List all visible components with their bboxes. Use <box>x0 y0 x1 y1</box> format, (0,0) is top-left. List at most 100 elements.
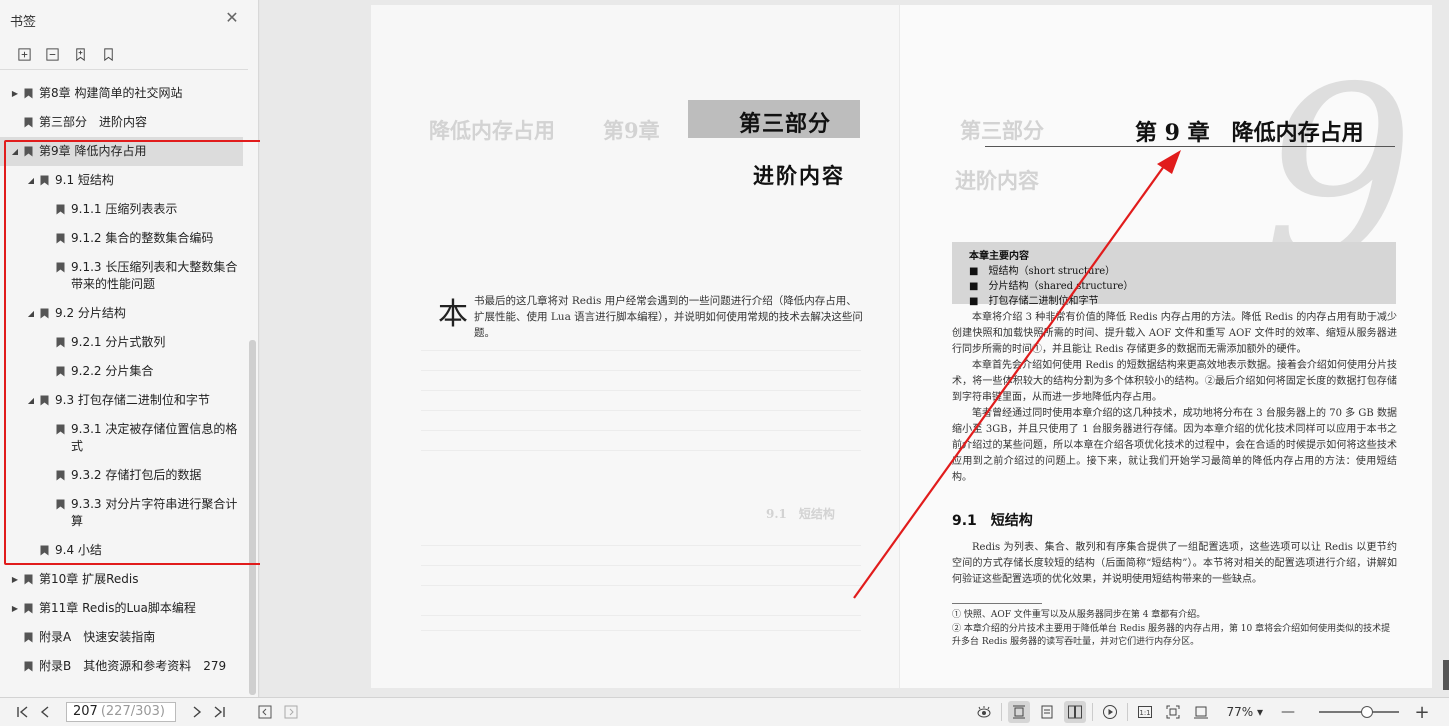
bookmark-item[interactable]: 9.3.1 决定被存储位置信息的格式 <box>0 415 247 461</box>
bookmark-icon <box>56 499 65 510</box>
chapter-summary-item: ■ 分片结构（shared structure） <box>969 281 1134 292</box>
document-viewer[interactable]: 降低内存占用 第9章 第三部分 进阶内容 本 书最后的这几章将对 Redis 用… <box>260 0 1449 697</box>
bookmark-icon <box>56 366 65 377</box>
bookmark-label: 9.2.1 分片式散列 <box>71 335 166 349</box>
bookmark-item[interactable]: 9.2.2 分片集合 <box>0 357 247 386</box>
bookmark-icon[interactable] <box>100 47 116 63</box>
expand-arrow-icon[interactable]: ▶ <box>10 85 20 102</box>
bookmark-item[interactable]: ▶ 第10章 扩展Redis <box>0 565 247 594</box>
bookmark-item[interactable]: ▶ 第11章 Redis的Lua脚本编程 <box>0 594 247 623</box>
single-page-icon[interactable] <box>1036 701 1058 723</box>
next-page-button[interactable] <box>186 701 208 723</box>
bookmark-label: 9.2.2 分片集合 <box>71 364 154 378</box>
bookmark-icon <box>40 545 49 556</box>
forward-icon[interactable] <box>280 701 302 723</box>
first-page-button[interactable] <box>12 701 34 723</box>
actual-size-icon[interactable]: 1:1 <box>1134 701 1156 723</box>
expand-arrow-icon[interactable]: ▶ <box>10 571 20 588</box>
expand-all-icon[interactable] <box>16 47 32 63</box>
bookmark-icon <box>56 262 65 273</box>
sidebar-scrollbar[interactable] <box>249 340 256 695</box>
bookmark-tree: ▶ 第8章 构建简单的社交网站 第三部分 进阶内容 ◢ 第9章 降低内存占用 ◢ 9.1 短… <box>0 79 247 681</box>
zoom-out-button[interactable]: — <box>1277 701 1299 723</box>
bleed-through-text: 进阶内容 <box>955 168 1039 193</box>
bookmark-item[interactable]: 附录B 其他资源和参考资料 279 <box>0 652 247 681</box>
two-page-icon[interactable] <box>1064 701 1087 723</box>
bleed-through-text: 降低内存占用 <box>429 118 555 143</box>
bookmark-toolbar <box>0 40 248 70</box>
bookmark-item[interactable]: 9.3.2 存储打包后的数据 <box>0 461 247 490</box>
bookmark-label: 第8章 构建简单的社交网站 <box>39 86 183 100</box>
bookmark-icon <box>56 424 65 435</box>
bookmark-label: 9.3.2 存储打包后的数据 <box>71 468 202 482</box>
add-bookmark-icon[interactable] <box>72 47 88 63</box>
bookmark-item[interactable]: 附录A 快速安装指南 <box>0 623 247 652</box>
footnote-rule <box>952 603 1042 604</box>
bookmark-item[interactable]: 9.3.3 对分片字符串进行聚合计算 <box>0 490 247 536</box>
bookmark-icon <box>24 88 33 99</box>
bookmark-icon <box>40 308 49 319</box>
body-paragraph: 本章首先会介绍如何使用 Redis 的短数据结构来更高效地表示数据。接着会介绍如… <box>952 360 1397 403</box>
bookmark-icon <box>24 146 33 157</box>
chapter-intro-text: 本章将介绍 3 种非常有价值的降低 Redis 内存占用的方法。降低 Redis… <box>952 310 1397 486</box>
scroll-handle[interactable] <box>1443 660 1449 690</box>
bookmark-panel-header: 书签 ✕ <box>0 0 258 40</box>
fit-width-icon[interactable] <box>1190 701 1212 723</box>
bookmark-item[interactable]: 第三部分 进阶内容 <box>0 108 247 137</box>
footnote: ① 快照、AOF 文件重写以及从服务器同步在第 4 章都有介绍。 <box>952 610 1206 620</box>
bookmark-panel: 书签 ✕ ▶ 第8章 构建简单的社交网站 第三部分 进阶内容 ◢ 第9章 降低内存占用 ◢… <box>0 0 259 697</box>
bookmark-item[interactable]: 9.2.1 分片式散列 <box>0 328 247 357</box>
bookmark-item[interactable]: 9.4 小结 <box>0 536 247 565</box>
zoom-slider[interactable] <box>1319 706 1399 718</box>
bookmark-icon <box>24 661 33 672</box>
expand-arrow-icon[interactable]: ▶ <box>10 600 20 617</box>
svg-text:1:1: 1:1 <box>1140 709 1151 717</box>
fit-page-icon[interactable] <box>1162 701 1184 723</box>
bookmark-item[interactable]: ◢ 9.2 分片结构 <box>0 299 247 328</box>
last-page-button[interactable] <box>208 701 230 723</box>
chapter-summary-heading: 本章主要内容 <box>969 251 1029 262</box>
back-icon[interactable] <box>254 701 276 723</box>
bookmark-icon <box>24 632 33 643</box>
zoom-level[interactable]: 77% ▾ <box>1226 705 1263 719</box>
bookmark-icon <box>40 175 49 186</box>
zoom-slider-knob[interactable] <box>1361 706 1373 718</box>
collapse-arrow-icon[interactable]: ◢ <box>26 392 36 409</box>
bookmark-icon <box>24 117 33 128</box>
chapter-title: 第 9 章 降低内存占用 <box>1135 120 1364 146</box>
bookmark-item[interactable]: ◢ 第9章 降低内存占用 <box>0 137 243 166</box>
part-title: 第三部分 <box>739 111 832 137</box>
bookmark-item[interactable]: ◢ 9.1 短结构 <box>0 166 247 195</box>
eye-protection-icon[interactable] <box>973 701 995 723</box>
play-icon[interactable] <box>1099 701 1121 723</box>
page-number-input[interactable]: 207 (227/303) <box>66 702 176 722</box>
collapse-arrow-icon[interactable]: ◢ <box>26 305 36 322</box>
bookmark-item[interactable]: 9.1.3 长压缩列表和大整数集合带来的性能问题 <box>0 253 247 299</box>
bookmark-label: 9.1.2 集合的整数集合编码 <box>71 231 214 245</box>
bookmark-item[interactable]: ◢ 9.3 打包存储二进制位和字节 <box>0 386 247 415</box>
part-intro-paragraph: 书最后的这几章将对 Redis 用户经常会遇到的一些问题进行介绍（降低内存占用、… <box>474 295 863 339</box>
bookmark-icon <box>56 337 65 348</box>
bookmark-label: 9.1.3 长压缩列表和大整数集合带来的性能问题 <box>71 260 238 291</box>
zoom-in-button[interactable]: + <box>1411 701 1433 723</box>
bookmark-label: 9.3.3 对分片字符串进行聚合计算 <box>71 497 238 528</box>
previous-page-button[interactable] <box>34 701 56 723</box>
part-intro-text: 书最后的这几章将对 Redis 用户经常会遇到的一些问题进行介绍（降低内存占用、… <box>418 293 863 341</box>
collapse-arrow-icon[interactable]: ◢ <box>26 172 36 189</box>
bookmark-label: 9.1 短结构 <box>55 173 114 187</box>
bookmark-item[interactable]: 9.1.1 压缩列表表示 <box>0 195 247 224</box>
chapter-title-rule <box>985 146 1395 147</box>
bookmark-label: 附录A 快速安装指南 <box>39 630 156 644</box>
bookmark-label: 9.4 小结 <box>55 543 102 557</box>
continuous-scroll-icon[interactable] <box>1008 701 1031 723</box>
collapse-arrow-icon[interactable]: ◢ <box>10 143 20 160</box>
close-icon[interactable]: ✕ <box>224 10 240 26</box>
bookmark-item[interactable]: ▶ 第8章 构建简单的社交网站 <box>0 79 247 108</box>
bleed-through-text: 第三部分 <box>960 118 1044 143</box>
bleed-through-text: 第9章 <box>603 118 660 143</box>
bookmark-item[interactable]: 9.1.2 集合的整数集合编码 <box>0 224 247 253</box>
bookmark-icon <box>24 574 33 585</box>
bookmark-label: 第三部分 进阶内容 <box>39 115 148 129</box>
bookmark-label: 第9章 降低内存占用 <box>39 144 147 158</box>
collapse-all-icon[interactable] <box>44 47 60 63</box>
